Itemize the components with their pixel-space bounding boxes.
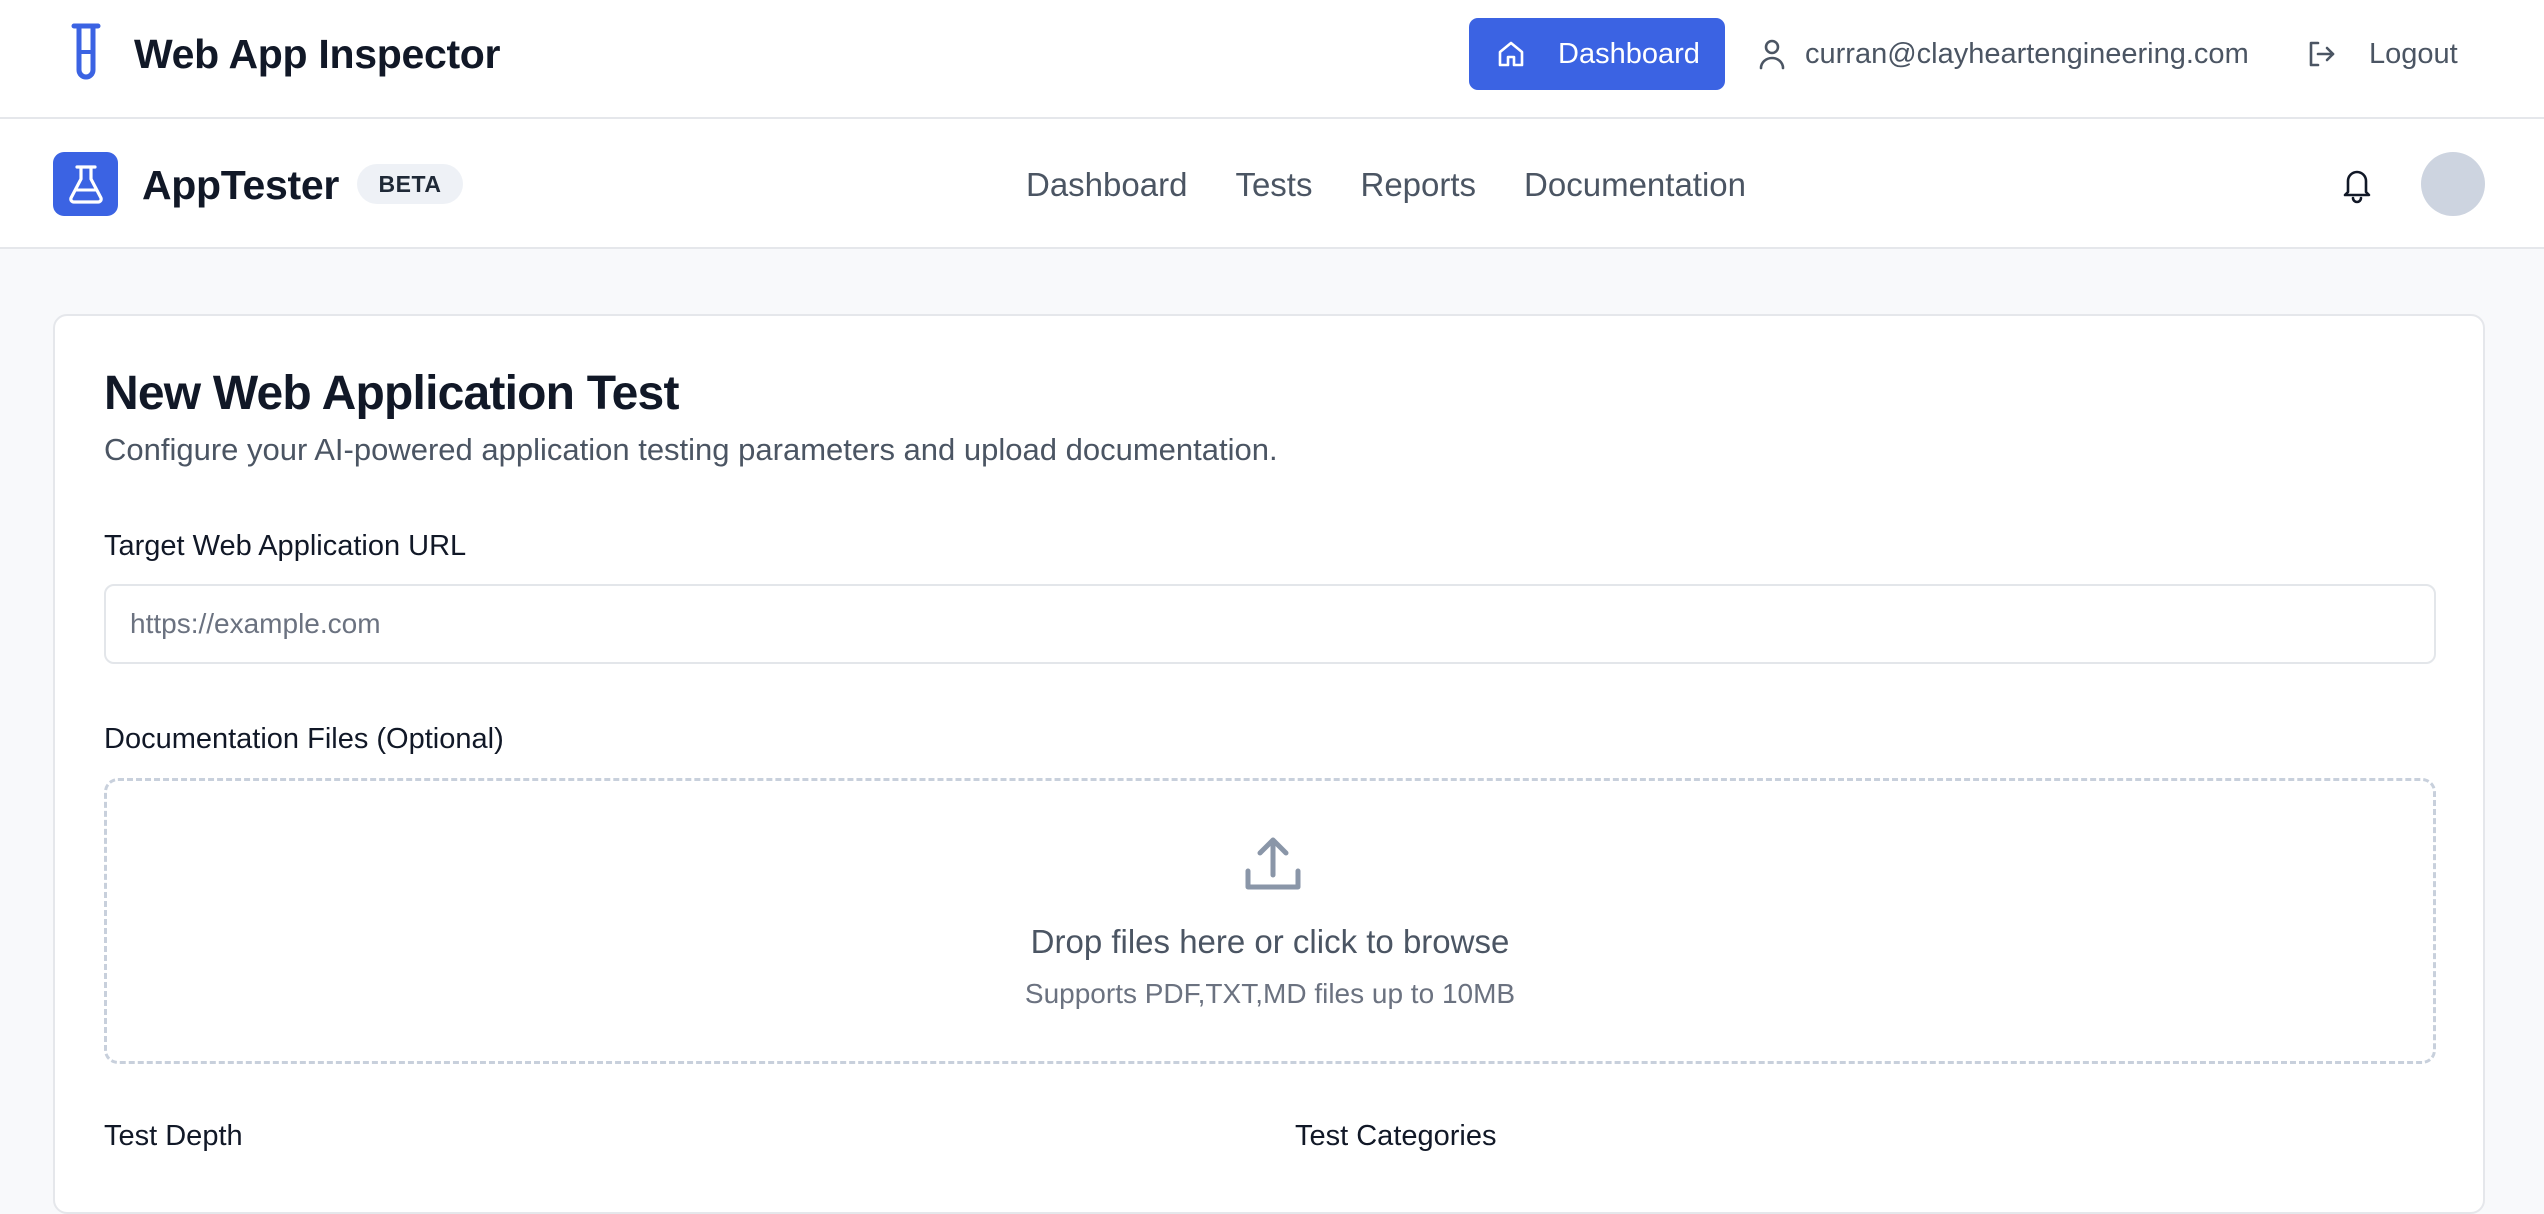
url-input[interactable]	[104, 584, 2436, 664]
app-title: Web App Inspector	[134, 31, 501, 77]
main-navbar: AppTester BETA Dashboard Tests Reports D…	[0, 119, 2544, 249]
user-email: curran@clayheartengineering.com	[1805, 38, 2249, 70]
top-header: Web App Inspector Dashboard curran@clayh…	[0, 0, 2544, 119]
nav-links: Dashboard Tests Reports Documentation	[1026, 161, 1746, 209]
docs-label: Documentation Files (Optional)	[104, 723, 504, 755]
avatar[interactable]	[2421, 152, 2485, 216]
test-tube-icon	[71, 23, 101, 80]
test-categories-label: Test Categories	[1295, 1120, 1497, 1152]
nav-link-tests[interactable]: Tests	[1235, 161, 1312, 209]
test-depth-label: Test Depth	[104, 1120, 243, 1152]
nav-link-documentation[interactable]: Documentation	[1524, 161, 1746, 209]
home-icon	[1498, 41, 1524, 67]
dashboard-button-label: Dashboard	[1558, 38, 1700, 70]
bell-icon[interactable]	[2340, 164, 2374, 204]
url-label: Target Web Application URL	[104, 530, 467, 562]
beta-badge: BETA	[357, 164, 463, 204]
dashboard-button[interactable]: Dashboard	[1469, 18, 1725, 90]
file-dropzone[interactable]: Drop files here or click to browse Suppo…	[104, 778, 2436, 1064]
dropzone-subtitle: Supports PDF,TXT,MD files up to 10MB	[1024, 978, 1516, 1009]
logout-label: Logout	[2369, 38, 2458, 70]
page-subtitle: Configure your AI-powered application te…	[104, 432, 1278, 467]
upload-icon	[1245, 837, 1301, 890]
nav-link-reports[interactable]: Reports	[1360, 161, 1476, 209]
nav-link-dashboard[interactable]: Dashboard	[1026, 161, 1187, 209]
user-icon	[1759, 39, 1785, 70]
dropzone-title: Drop files here or click to browse	[1030, 923, 1510, 960]
app-logo[interactable]	[53, 152, 118, 216]
new-test-card: New Web Application Test Configure your …	[53, 314, 2485, 1214]
app-name: AppTester	[142, 162, 340, 208]
logout-icon	[2309, 41, 2335, 67]
flask-icon	[69, 165, 103, 204]
page-title: New Web Application Test	[104, 367, 679, 420]
